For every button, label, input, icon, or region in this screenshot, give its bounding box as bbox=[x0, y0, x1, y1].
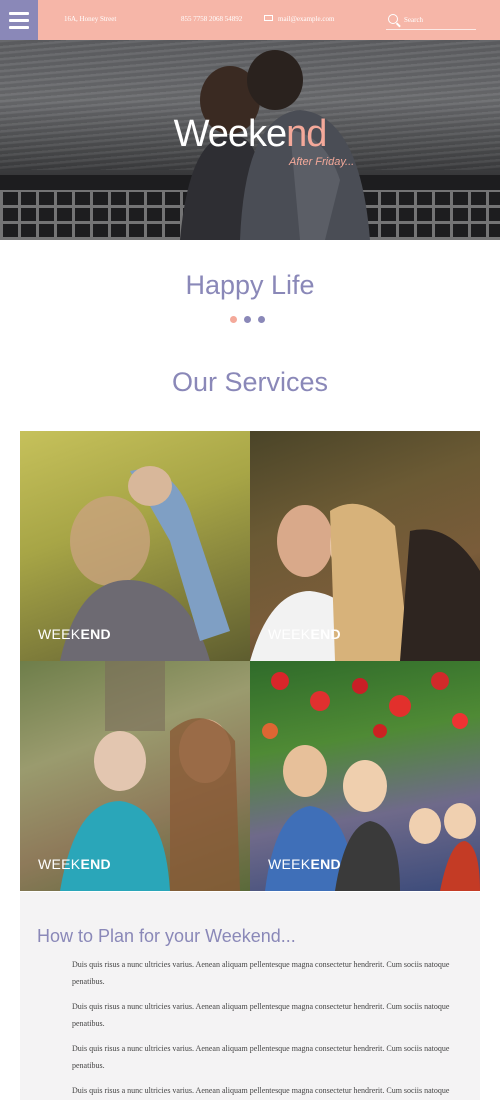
plan-section: How to Plan for your Weekend... Duis qui… bbox=[20, 892, 480, 1100]
search-box[interactable] bbox=[386, 10, 476, 30]
carousel-dots bbox=[230, 316, 265, 323]
menu-icon[interactable] bbox=[0, 0, 38, 40]
plan-paragraph: Duis quis risus a nunc ultricies varius.… bbox=[72, 1002, 450, 1028]
address-text: 16A, Honey Street bbox=[64, 15, 117, 23]
search-input[interactable] bbox=[404, 13, 474, 27]
search-icon[interactable] bbox=[388, 14, 398, 24]
tile-label: WEEKEND bbox=[268, 626, 341, 642]
service-tile[interactable]: WEEKEND bbox=[20, 431, 250, 661]
hero-banner: Weekend After Friday... bbox=[0, 40, 500, 240]
tile-label: WEEKEND bbox=[38, 626, 111, 642]
plan-paragraph: Duis quis risus a nunc ultricies varius.… bbox=[72, 1086, 450, 1095]
plan-paragraph: Duis quis risus a nunc ultricies varius.… bbox=[72, 960, 450, 986]
service-tile[interactable]: WEEKEND bbox=[250, 431, 480, 661]
carousel-dot[interactable] bbox=[230, 316, 237, 323]
phone-text: 855 7758 2068 54892 bbox=[181, 15, 243, 23]
service-tile[interactable]: WEEKEND bbox=[250, 661, 480, 891]
mail-icon bbox=[264, 15, 273, 21]
carousel-dot[interactable] bbox=[258, 316, 265, 323]
hero-subtitle: After Friday... bbox=[289, 156, 355, 168]
tile-label: WEEKEND bbox=[38, 856, 111, 872]
email-link[interactable]: mail@example.com bbox=[278, 15, 334, 23]
hero-title: Weekend bbox=[173, 113, 328, 155]
carousel-dot[interactable] bbox=[244, 316, 251, 323]
service-tile[interactable]: WEEKEND bbox=[20, 661, 250, 891]
services-gallery: WEEKEND WEEKEND WEEKEND WEEKEND bbox=[20, 431, 480, 892]
plan-paragraph: Duis quis risus a nunc ultricies varius.… bbox=[72, 1044, 450, 1070]
top-bar: 16A, Honey Street 855 7758 2068 54892 ma… bbox=[0, 0, 500, 40]
plan-title: How to Plan for your Weekend... bbox=[37, 926, 296, 946]
happy-life-heading: Happy Life bbox=[185, 270, 315, 300]
tile-label: WEEKEND bbox=[268, 856, 341, 872]
hero-title-accent: nd bbox=[286, 113, 327, 155]
services-heading: Our Services bbox=[171, 367, 329, 397]
